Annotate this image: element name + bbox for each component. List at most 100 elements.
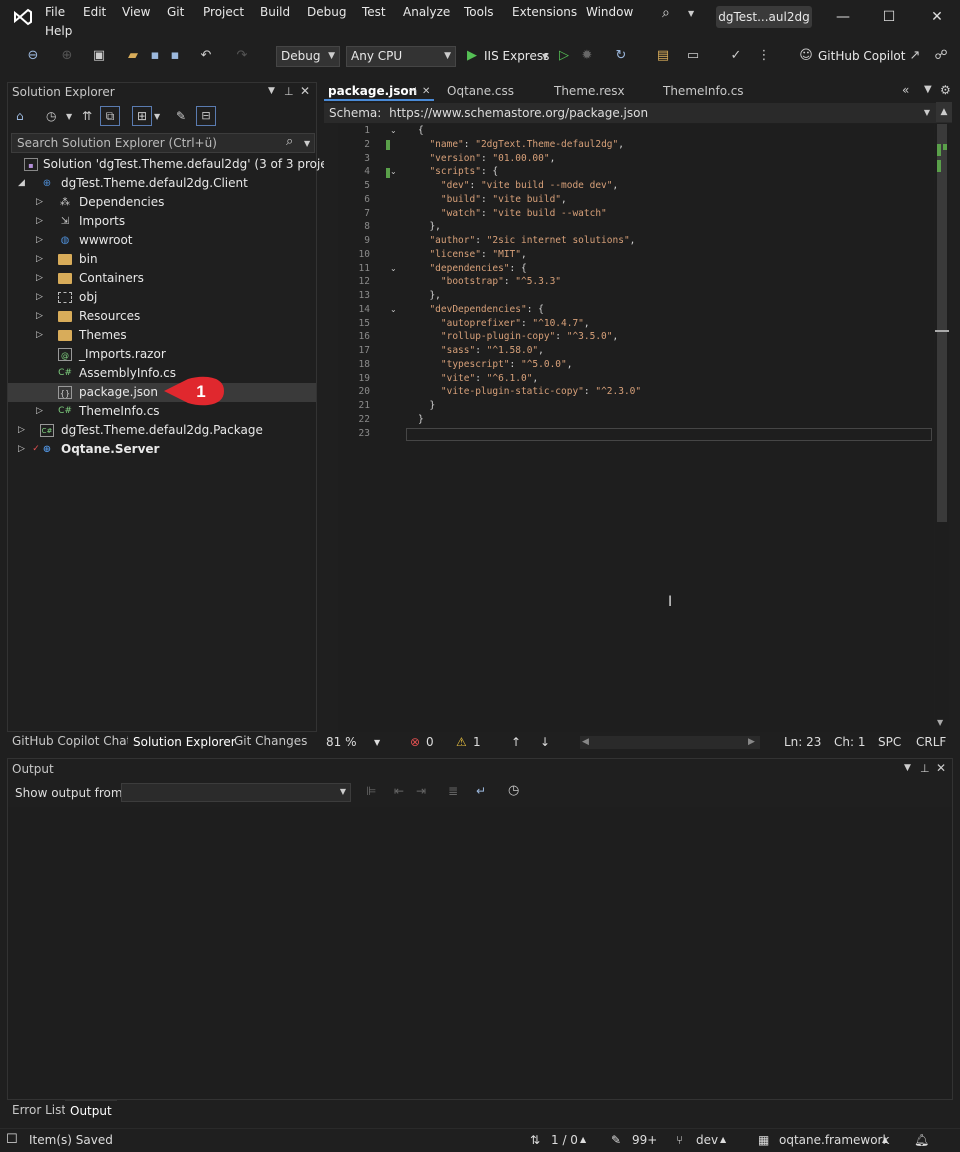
commits-count[interactable]: 1 / 0: [551, 1129, 578, 1151]
tree-item-themes[interactable]: ▷ Themes: [8, 326, 316, 345]
layout-icon[interactable]: ▭: [684, 47, 702, 65]
timestamp-icon[interactable]: ◷: [508, 783, 519, 798]
filter-icon[interactable]: ⊞: [132, 106, 152, 126]
menu-git[interactable]: Git: [167, 5, 184, 19]
tab-github-copilot-chat[interactable]: GitHub Copilot Chat: [7, 731, 136, 751]
back-icon[interactable]: ⊖: [24, 47, 42, 65]
search-options-icon[interactable]: ▼: [304, 139, 310, 148]
collapsed-arrow-icon[interactable]: ▷: [36, 193, 43, 212]
menu-file[interactable]: File: [45, 5, 65, 19]
tree-item-bin[interactable]: ▷ bin: [8, 250, 316, 269]
branch-icon[interactable]: ⑂: [676, 1129, 683, 1151]
tab-output[interactable]: Output: [65, 1100, 117, 1120]
home-icon[interactable]: ⌂: [16, 109, 24, 123]
feedback-icon[interactable]: ☍: [932, 47, 950, 65]
scroll-right-icon[interactable]: ▶: [748, 733, 755, 752]
tree-item-imports-razor[interactable]: @ _Imports.razor: [8, 345, 316, 364]
commits-dropdown-icon[interactable]: ▲: [580, 1129, 586, 1151]
zoom-dropdown-icon[interactable]: ▼: [374, 733, 380, 752]
horizontal-scrollbar[interactable]: ◀ ▶: [580, 736, 760, 749]
preview-icon[interactable]: ⊟: [196, 106, 216, 126]
schema-dropdown-icon[interactable]: ▼: [924, 103, 930, 123]
scroll-down-icon[interactable]: ▼: [937, 718, 943, 727]
menu-extensions[interactable]: Extensions: [512, 5, 577, 19]
collapsed-arrow-icon[interactable]: ▷: [36, 402, 43, 421]
save-icon[interactable]: ▪: [146, 47, 164, 65]
start-without-debug-icon[interactable]: ▷: [555, 47, 573, 65]
menu-help[interactable]: Help: [45, 24, 72, 38]
properties-icon[interactable]: ✎: [176, 109, 186, 123]
solution-folder-icon[interactable]: ▤: [654, 47, 672, 65]
line-ending-indicator[interactable]: CRLF: [916, 733, 946, 752]
menu-test[interactable]: Test: [362, 5, 386, 19]
expanded-arrow-icon[interactable]: ◢: [18, 174, 25, 193]
tree-item-client-project[interactable]: ◢ ⊕ dgTest.Theme.defaul2dg.Client: [8, 174, 316, 193]
code-text-area[interactable]: 1 ⌄ {2 "name": "2dgText.Theme-defaul2dg", 3…: [338, 124, 934, 732]
collapsed-arrow-icon[interactable]: ▷: [36, 250, 43, 269]
branch-name[interactable]: dev: [696, 1129, 718, 1151]
collapsed-arrow-icon[interactable]: ▷: [36, 307, 43, 326]
tab-list-icon[interactable]: ▼: [924, 84, 932, 95]
fold-toggle-icon[interactable]: ⌄: [390, 264, 397, 273]
refresh-icon[interactable]: ↻: [612, 47, 630, 65]
collapse-all-icon[interactable]: ⇈: [82, 109, 92, 123]
save-all-icon[interactable]: ▪: [166, 47, 184, 65]
tab-solution-explorer[interactable]: Solution Explorer: [128, 731, 241, 751]
notifications-bell-icon[interactable]: 🔔︎: [914, 1129, 929, 1151]
repository-icon[interactable]: ▦: [758, 1129, 769, 1151]
find-message-icon[interactable]: ⊫: [366, 784, 376, 798]
maximize-icon[interactable]: ☐: [874, 6, 904, 28]
vertical-scrollbar[interactable]: ▼: [935, 124, 949, 732]
platform-select[interactable]: Any CPU ▼: [346, 46, 456, 67]
tree-item-obj[interactable]: ▷ obj: [8, 288, 316, 307]
commits-icon[interactable]: ⇅: [530, 1129, 540, 1151]
fold-toggle-icon[interactable]: ⌄: [390, 305, 397, 314]
pin-icon[interactable]: ⊣: [408, 82, 417, 101]
spellcheck-icon[interactable]: ✓: [727, 47, 745, 65]
menu-project[interactable]: Project: [203, 5, 244, 19]
menu-view[interactable]: View: [122, 5, 150, 19]
next-issue-icon[interactable]: ↓: [540, 733, 550, 752]
line-indicator[interactable]: Ln: 23: [784, 733, 821, 752]
collapsed-arrow-icon[interactable]: ▷: [36, 288, 43, 307]
close-icon[interactable]: ✕: [922, 6, 952, 28]
tree-item-oqtane-server[interactable]: ▷ ✓ ⊕ Oqtane.Server: [8, 440, 316, 459]
tab-package-json[interactable]: package.json ⊣ ✕: [324, 82, 434, 101]
redo-icon[interactable]: ↷: [233, 47, 251, 65]
filter-dropdown-icon[interactable]: ▼: [154, 112, 160, 121]
schema-url[interactable]: https://www.schemastore.org/package.json: [389, 106, 648, 120]
pencil-icon[interactable]: ✎: [611, 1129, 621, 1151]
next-message-icon[interactable]: ⇥: [416, 784, 426, 798]
minimize-icon[interactable]: —: [828, 6, 858, 28]
collapsed-arrow-icon[interactable]: ▷: [36, 269, 43, 288]
search-dropdown-icon[interactable]: ▼: [688, 9, 694, 18]
collapsed-arrow-icon[interactable]: ▷: [18, 421, 25, 440]
visual-studio-logo-icon[interactable]: [12, 6, 34, 28]
collapsed-arrow-icon[interactable]: ▷: [36, 326, 43, 345]
new-project-icon[interactable]: ▣: [90, 47, 108, 65]
tree-item-imports[interactable]: ▷ ⇲ Imports: [8, 212, 316, 231]
configuration-select[interactable]: Debug ▼: [276, 46, 340, 67]
clear-all-icon[interactable]: ≣: [448, 784, 458, 798]
editor-settings-icon[interactable]: ⚙: [940, 83, 951, 97]
menu-debug[interactable]: Debug: [307, 5, 346, 19]
toolbar-overflow-icon[interactable]: ⋮: [755, 47, 773, 65]
tab-close-icon[interactable]: ✕: [422, 82, 430, 101]
fold-toggle-icon[interactable]: ⌄: [390, 126, 397, 135]
copilot-label[interactable]: GitHub Copilot: [818, 49, 905, 63]
search-icon[interactable]: ⌕: [286, 134, 293, 149]
tree-item-resources[interactable]: ▷ Resources: [8, 307, 316, 326]
forward-icon[interactable]: ⊕: [58, 47, 76, 65]
scrollbar-thumb[interactable]: [937, 124, 947, 522]
error-icon[interactable]: ⊗: [410, 733, 420, 752]
fold-toggle-icon[interactable]: ⌄: [390, 167, 397, 176]
warning-count[interactable]: 1: [473, 733, 481, 752]
menu-build[interactable]: Build: [260, 5, 290, 19]
tab-error-list[interactable]: Error List: [7, 1100, 71, 1120]
collapsed-arrow-icon[interactable]: ▷: [36, 212, 43, 231]
output-source-select[interactable]: ▼: [121, 783, 351, 802]
solution-name-pill[interactable]: dgTest...aul2dg: [716, 6, 812, 28]
solution-search-input[interactable]: Search Solution Explorer (Ctrl+ü): [11, 133, 315, 153]
output-text-area[interactable]: [8, 807, 952, 1099]
menu-window[interactable]: Window: [586, 5, 633, 19]
